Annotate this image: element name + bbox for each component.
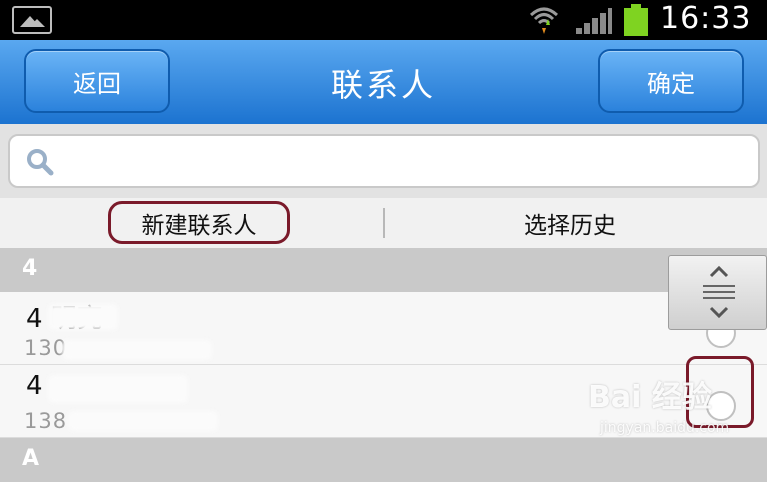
tab-history[interactable]: 选择历史 <box>470 198 670 248</box>
highlight-outline <box>108 201 290 244</box>
signal-icon <box>576 8 612 34</box>
wifi-icon <box>529 7 559 34</box>
section-header: 4 <box>0 248 767 292</box>
back-button[interactable]: 返回 <box>24 49 170 113</box>
tab-bar: 新建联系人 选择历史 <box>0 198 767 248</box>
search-input[interactable] <box>8 134 760 188</box>
search-bar <box>0 124 767 198</box>
page-title: 联系人 <box>330 66 436 104</box>
contact-row[interactable]: 4 明亮 130 <box>0 292 767 365</box>
status-bar: 16:33 <box>0 0 767 40</box>
baidu-watermark-url: jingyan.baidu.com <box>600 420 730 436</box>
contact-phone: 138 <box>24 409 68 433</box>
contact-name: 4 <box>26 371 43 401</box>
baidu-watermark: Bai 经验 <box>588 380 712 415</box>
section-header: A <box>0 438 767 482</box>
tab-divider <box>383 208 385 238</box>
fast-scroll-handle[interactable] <box>668 255 767 330</box>
status-time: 16:33 <box>660 1 752 36</box>
section-letter: A <box>22 446 40 471</box>
scroll-arrows-icon <box>703 265 735 319</box>
battery-icon <box>624 4 648 36</box>
search-icon <box>27 149 54 176</box>
tab-label: 选择历史 <box>524 213 616 239</box>
contact-phone: 130 <box>24 336 68 360</box>
tab-new-contact[interactable]: 新建联系人 <box>108 198 290 248</box>
title-bar: 返回 联系人 确定 <box>0 40 767 125</box>
section-letter: 4 <box>22 256 38 281</box>
confirm-button[interactable]: 确定 <box>598 49 744 113</box>
gallery-notification-icon <box>12 6 52 34</box>
